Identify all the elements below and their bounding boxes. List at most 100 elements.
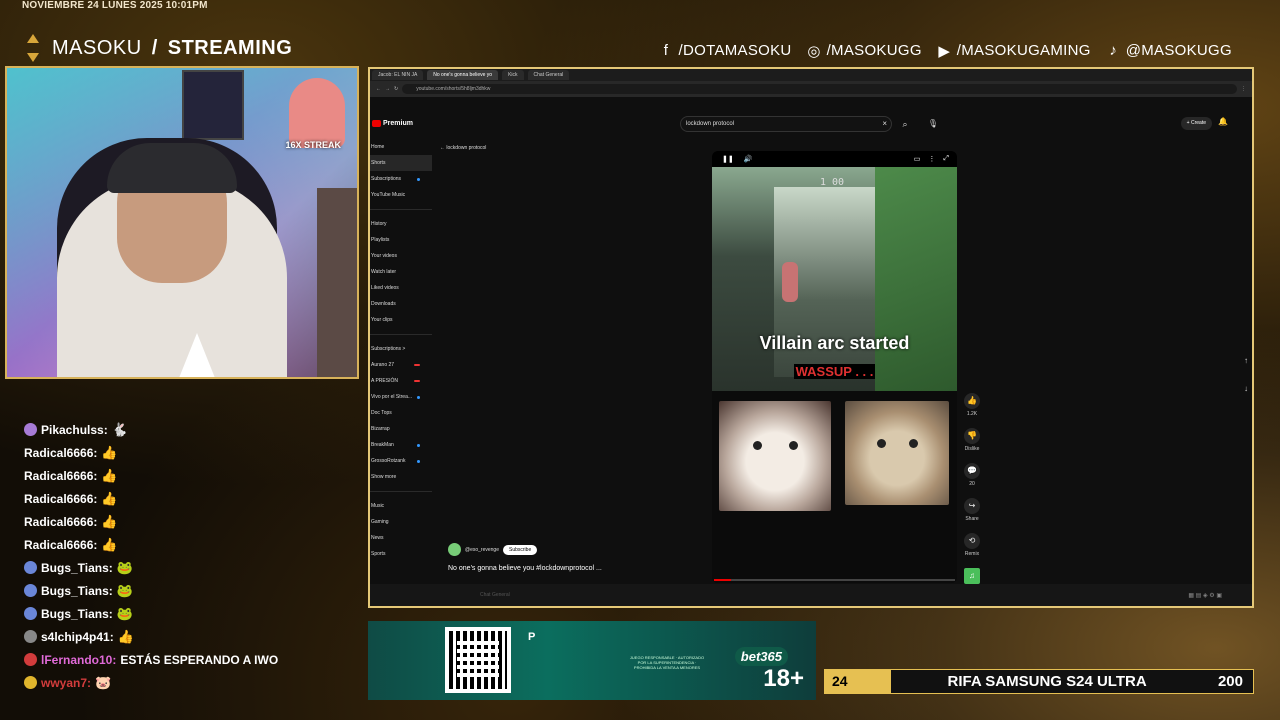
url-field[interactable]: youtube.com/shorts/5h8ljm3dhkw — [402, 84, 1237, 94]
chat-username[interactable]: Pikachulss: — [41, 423, 108, 437]
sidebar-item[interactable]: YouTube Music — [370, 187, 432, 203]
sidebar-item[interactable]: GrossoRotzank — [370, 453, 432, 469]
sidebar-item-label: YouTube Music — [371, 192, 406, 198]
chat-username[interactable]: Radical6666: — [24, 515, 97, 529]
sidebar-item-label: Playlists — [371, 237, 390, 243]
social-links: f/DOTAMASOKU ◎ /MASOKUGG ▶ /MASOKUGAMING ♪ @MA… — [658, 42, 1232, 60]
channel-avatar[interactable] — [448, 543, 461, 556]
microphone-icon[interactable]: 🎙 — [925, 116, 941, 132]
social-tiktok: ♪ @MASOKUGG — [1105, 42, 1232, 59]
browser-tab[interactable]: Kick — [502, 70, 524, 80]
create-button[interactable]: + Create — [1180, 117, 1212, 130]
search-input[interactable]: lockdown protocol × — [680, 116, 892, 132]
shorts-player[interactable]: ❚❚ 🔊 ▭ ⋮ ⤢ 1 00 Villain arc started WASS… — [712, 151, 957, 583]
subscribe-button[interactable]: Subscribe — [503, 544, 538, 555]
search-value: lockdown protocol — [686, 121, 735, 127]
chat-username[interactable]: Radical6666: — [24, 446, 97, 460]
youtube-logo[interactable]: Premium — [372, 119, 413, 127]
channel-name[interactable]: @eso_revenge — [465, 547, 499, 553]
dislike-button[interactable]: 👎 Dislike — [960, 428, 984, 463]
clear-search-icon[interactable]: × — [882, 117, 887, 131]
social-handle: /DOTAMASOKU — [678, 42, 792, 59]
shorts-actions: 👍 1.2K 👎 Dislike 💬 20 ↪ Share ⟲ Remix ♫ — [960, 393, 984, 603]
forward-arrow-icon[interactable]: → — [385, 86, 390, 92]
sidebar-item[interactable]: Your videos — [370, 248, 432, 264]
extensions-icon[interactable]: ⋮ — [1241, 86, 1246, 92]
chat-username[interactable]: Bugs_Tians: — [41, 607, 113, 621]
chat-message: lFernando10: ESTÁS ESPERANDO A IWO — [24, 648, 364, 671]
chat-emote-icon: 🐸 — [116, 582, 133, 598]
chat-username[interactable]: wwyan7: — [41, 676, 91, 690]
browser-tab[interactable]: No one's gonna believe yo — [427, 70, 499, 80]
sidebar-item[interactable]: Bizarrap — [370, 421, 432, 437]
channel-brand: MASOKU / STREAMING — [24, 34, 292, 62]
sidebar-item[interactable]: Liked videos — [370, 280, 432, 296]
brand-arrows-icon — [24, 34, 42, 62]
chat-username[interactable]: s4lchip4p41: — [41, 630, 114, 644]
sidebar-item-label: Gaming — [371, 519, 389, 525]
video-caption: Villain arc started — [759, 333, 910, 353]
like-button[interactable]: 👍 1.2K — [960, 393, 984, 428]
sidebar-item-label: Downloads — [371, 301, 396, 307]
sidebar-item[interactable]: Doc Tops — [370, 405, 432, 421]
user-badge-icon — [24, 561, 37, 574]
next-short-icon[interactable]: ↓ — [1244, 375, 1248, 403]
sidebar-item[interactable]: Gaming — [370, 514, 432, 530]
sidebar-item[interactable]: Show more — [370, 469, 432, 485]
share-button[interactable]: ↪ Share — [960, 498, 984, 533]
fullscreen-icon[interactable]: ⤢ — [943, 155, 949, 163]
notifications-bell-icon[interactable]: 🔔 — [1218, 117, 1228, 126]
raffle-count: 24 — [825, 670, 872, 693]
video-progress-bar[interactable] — [714, 579, 955, 581]
sidebar-item[interactable]: A PRESIÓN — [370, 373, 432, 389]
sidebar-item[interactable]: Your clips — [370, 312, 432, 328]
sidebar-item[interactable]: News — [370, 530, 432, 546]
datetime-label: NOVIEMBRE 24 LUNES 2025 10:01PM — [22, 0, 208, 11]
sidebar-item[interactable]: Subscriptions — [370, 171, 432, 187]
volume-icon[interactable]: 🔊 — [744, 155, 753, 163]
comments-button[interactable]: 💬 20 — [960, 463, 984, 498]
chat-panel: Pikachulss: 🐇 Radical6666: 👍 Radical6666: 👍 Ra… — [24, 418, 364, 694]
social-handle: @MASOKUGG — [1125, 42, 1232, 59]
chat-username[interactable]: Radical6666: — [24, 492, 97, 506]
pause-icon[interactable]: ❚❚ — [722, 155, 734, 163]
sidebar-item[interactable]: Subscriptions > — [370, 341, 432, 357]
back-arrow-icon[interactable]: ← — [376, 86, 381, 92]
youtube-premium-label: Premium — [383, 119, 413, 127]
captions-icon[interactable]: ▭ — [914, 155, 921, 163]
shorts-navigation: ↑ ↓ — [1244, 347, 1248, 403]
sidebar-item[interactable]: History — [370, 216, 432, 232]
browser-tab[interactable]: Chat General — [527, 70, 570, 80]
taskbar: Chat General ▦ ▤ ◈ ⚙ ▣ — [370, 584, 1252, 606]
sidebar-item[interactable]: Playlists — [370, 232, 432, 248]
sidebar-item[interactable]: Watch later — [370, 264, 432, 280]
sidebar-item[interactable]: Home — [370, 139, 432, 155]
sidebar-divider — [370, 491, 432, 492]
chat-username[interactable]: Bugs_Tians: — [41, 561, 113, 575]
chat-message: Bugs_Tians: 🐸 — [24, 556, 364, 579]
browser-tab[interactable]: Jacob: EL NIN JA — [372, 70, 424, 80]
video-description[interactable]: No one's gonna believe you #lockdownprot… — [448, 565, 602, 572]
sidebar-item[interactable]: BreakMan — [370, 437, 432, 453]
cat-image-left — [719, 401, 831, 511]
sidebar-item[interactable]: Vivo por el Strea... — [370, 389, 432, 405]
sidebar-item[interactable]: Shorts — [370, 155, 432, 171]
sidebar-item-label: Vivo por el Strea... — [371, 394, 413, 400]
remix-button[interactable]: ⟲ Remix — [960, 533, 984, 568]
sidebar-item[interactable]: Music — [370, 498, 432, 514]
sidebar-item[interactable]: Sports — [370, 546, 432, 562]
sidebar-item[interactable]: Aurano 27 — [370, 357, 432, 373]
back-to-search[interactable]: ← lockdown protocol — [440, 145, 486, 151]
reload-icon[interactable]: ↻ — [394, 86, 398, 92]
chat-username[interactable]: Bugs_Tians: — [41, 584, 113, 598]
game-character — [782, 262, 798, 302]
more-options-icon[interactable]: ⋮ — [928, 155, 935, 163]
search-icon[interactable]: ⌕ — [895, 116, 915, 132]
sidebar-item-label: Shorts — [371, 160, 386, 166]
chat-username[interactable]: Radical6666: — [24, 538, 97, 552]
chat-username[interactable]: lFernando10: — [41, 653, 116, 667]
previous-short-icon[interactable]: ↑ — [1244, 347, 1248, 375]
sidebar-item[interactable]: Downloads — [370, 296, 432, 312]
chat-username[interactable]: Radical6666: — [24, 469, 97, 483]
comments-icon: 💬 — [964, 463, 980, 479]
